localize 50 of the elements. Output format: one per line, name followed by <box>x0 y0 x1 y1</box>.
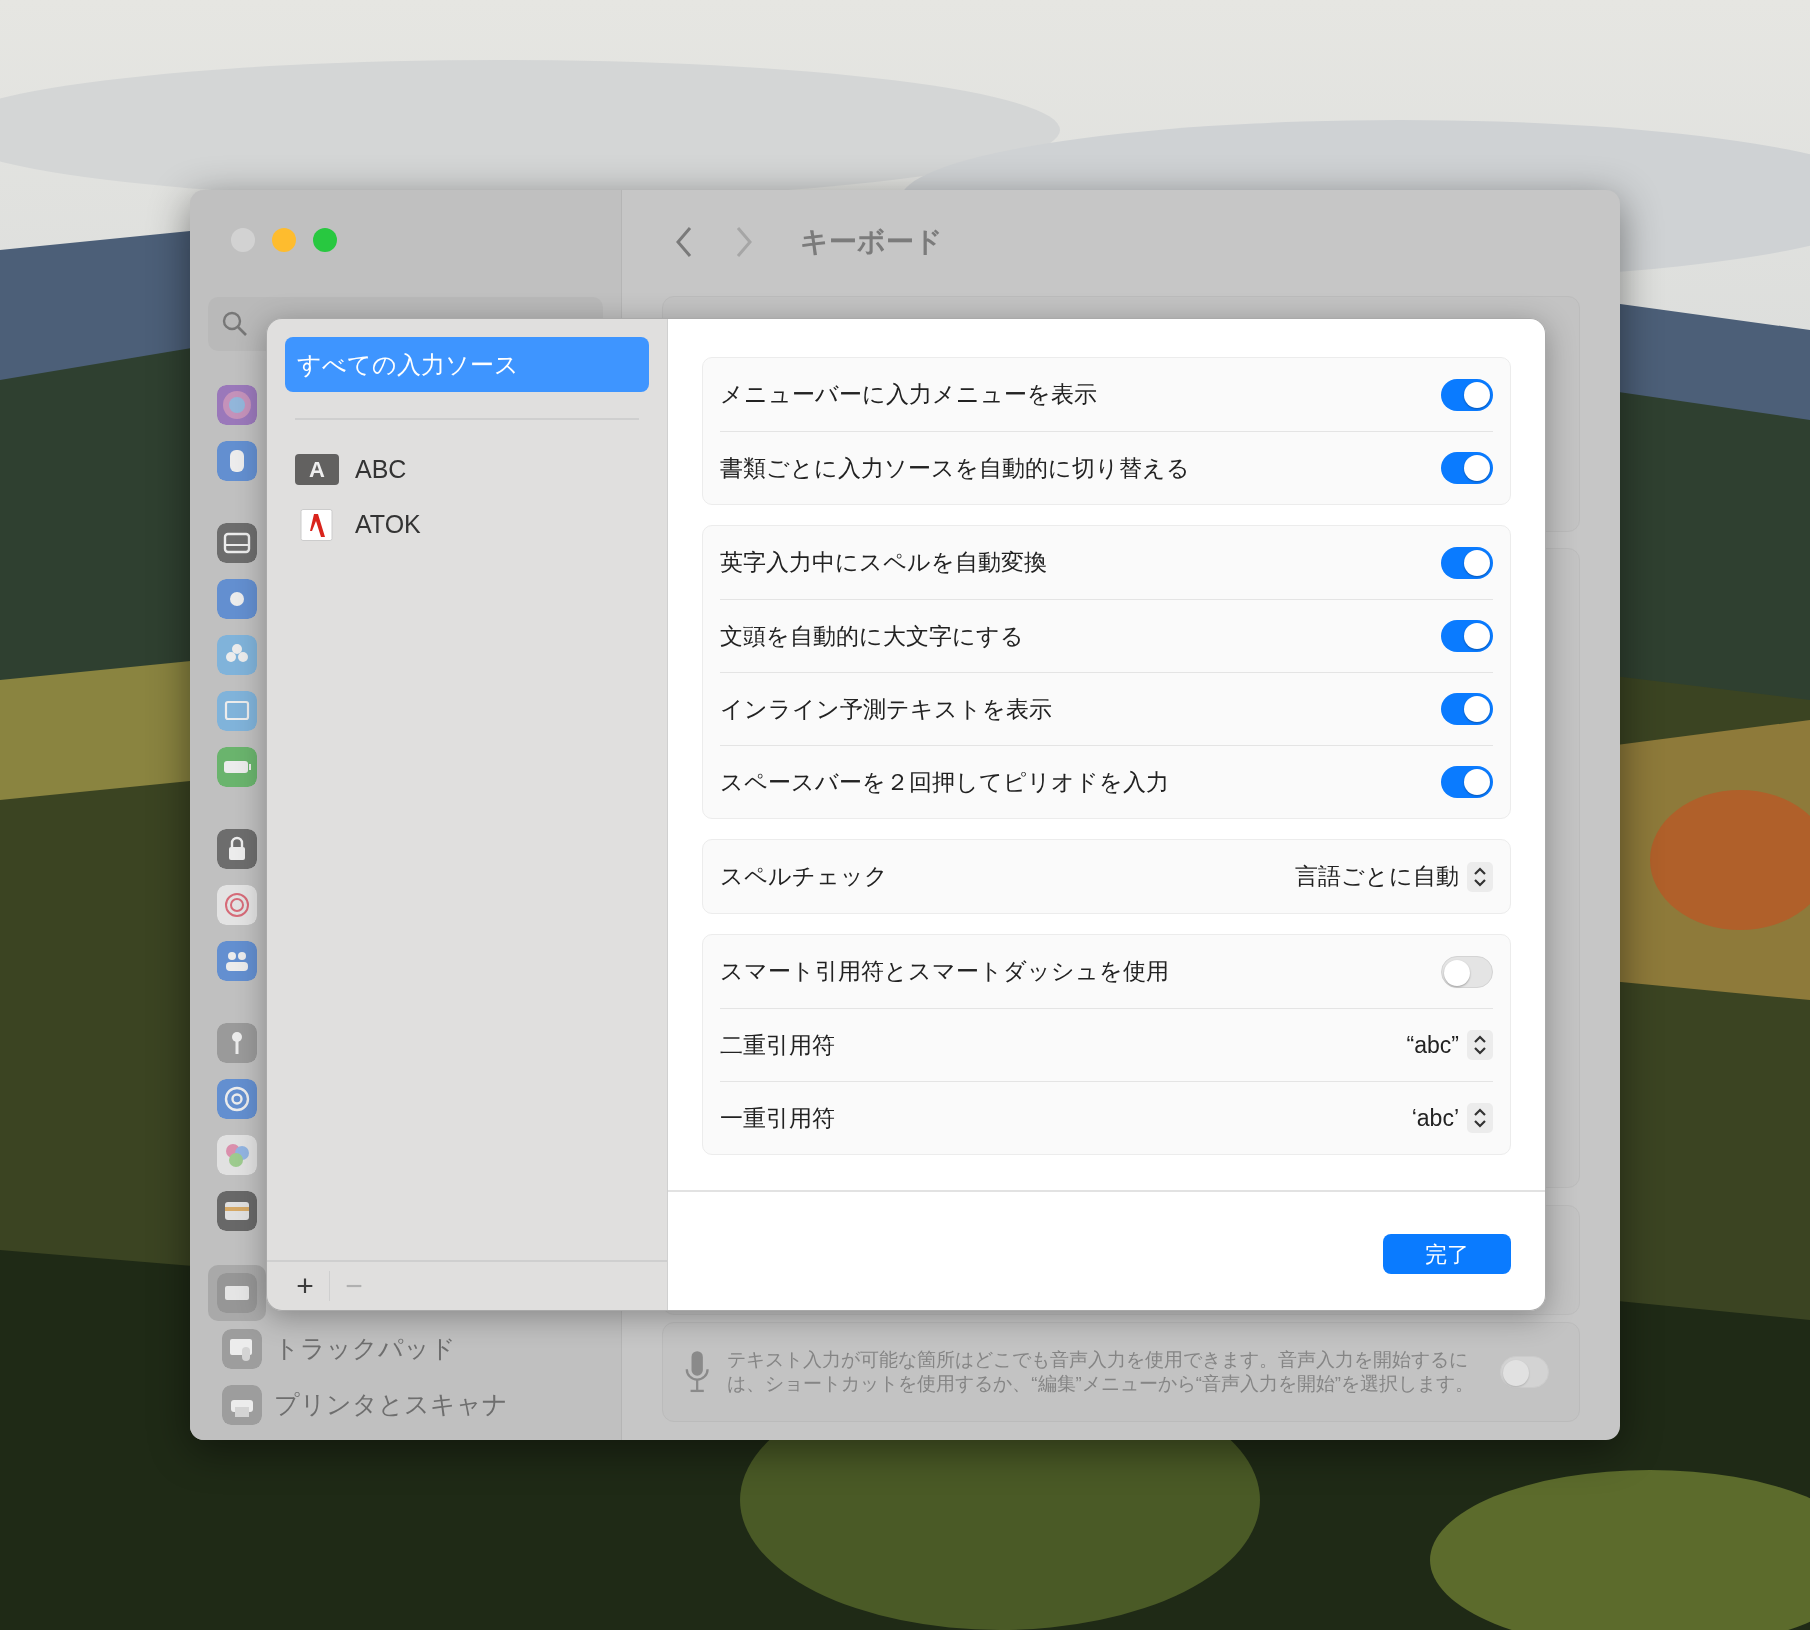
toggle-switch[interactable] <box>1441 693 1493 725</box>
flower-icon <box>217 635 257 675</box>
circles-icon <box>217 1135 257 1175</box>
setting-label: スペースバーを２回押してピリオドを入力 <box>720 767 1169 797</box>
toggle-switch[interactable] <box>1441 378 1493 411</box>
toggle-switch[interactable] <box>1441 546 1493 579</box>
sidebar-item[interactable] <box>208 1265 266 1321</box>
search-icon <box>222 311 248 337</box>
lock-icon <box>217 829 257 869</box>
toggle-switch[interactable] <box>1441 452 1493 484</box>
up-down-arrows-icon <box>1467 1030 1493 1060</box>
source-list-item[interactable]: ATOK <box>267 497 667 552</box>
toggle-switch[interactable] <box>1499 1356 1549 1388</box>
wallet-icon <box>217 1191 257 1231</box>
setting-label: 二重引用符 <box>720 1030 835 1060</box>
people-icon <box>217 941 257 981</box>
popup-button[interactable]: “abc” <box>1406 1027 1493 1063</box>
toggle-switch[interactable] <box>1441 766 1493 798</box>
back-button[interactable] <box>674 225 694 259</box>
source-list-item[interactable]: A ABC <box>267 442 667 497</box>
up-down-arrows-icon <box>1467 1103 1493 1133</box>
toggle-switch[interactable] <box>1441 955 1493 988</box>
toggle-switch[interactable] <box>1441 620 1493 652</box>
popup-button[interactable]: ‘abc’ <box>1411 1100 1493 1136</box>
setting-label: 一重引用符 <box>720 1103 835 1133</box>
chevron-right-icon <box>734 225 754 259</box>
letter-badge-icon: A <box>295 454 339 485</box>
up-down-arrows-icon <box>1467 861 1493 892</box>
chevron-left-icon <box>674 225 694 259</box>
setting-label: メニューバーに入力メニューを表示 <box>720 380 1097 410</box>
setting-label: スペルチェック <box>720 862 888 892</box>
window-icon <box>217 523 257 563</box>
battery-icon <box>217 747 257 787</box>
setting-label: インライン予測テキストを表示 <box>720 694 1052 724</box>
printer-icon <box>222 1385 262 1425</box>
add-button[interactable]: + <box>281 1270 329 1302</box>
orb-icon <box>217 385 257 425</box>
trackpad-icon <box>222 1329 262 1369</box>
at-sign-icon <box>217 1079 257 1119</box>
description-text: テキスト入力が可能な箇所はどこでも音声入力を使用できます。音声入力を開始するには、ショートカットを使用するか、“編集”メニューから“音声入力を開始”を選択します。 <box>727 1347 1475 1396</box>
microphone-icon <box>683 1349 712 1395</box>
done-button[interactable]: 完了 <box>1383 1234 1511 1274</box>
setting-label: 文頭を自動的に大文字にする <box>720 621 1024 651</box>
popup-button[interactable]: 言語ごとに自動 <box>1295 859 1493 894</box>
forward-button[interactable] <box>734 225 754 259</box>
setting-label: 書類ごとに入力ソースを自動的に切り替える <box>720 453 1190 483</box>
setting-label: スマート引用符とスマートダッシュを使用 <box>720 957 1169 987</box>
window-title: キーボード <box>800 225 943 259</box>
setting-label: 英字入力中にスペルを自動変換 <box>720 548 1047 578</box>
display-icon <box>217 691 257 731</box>
